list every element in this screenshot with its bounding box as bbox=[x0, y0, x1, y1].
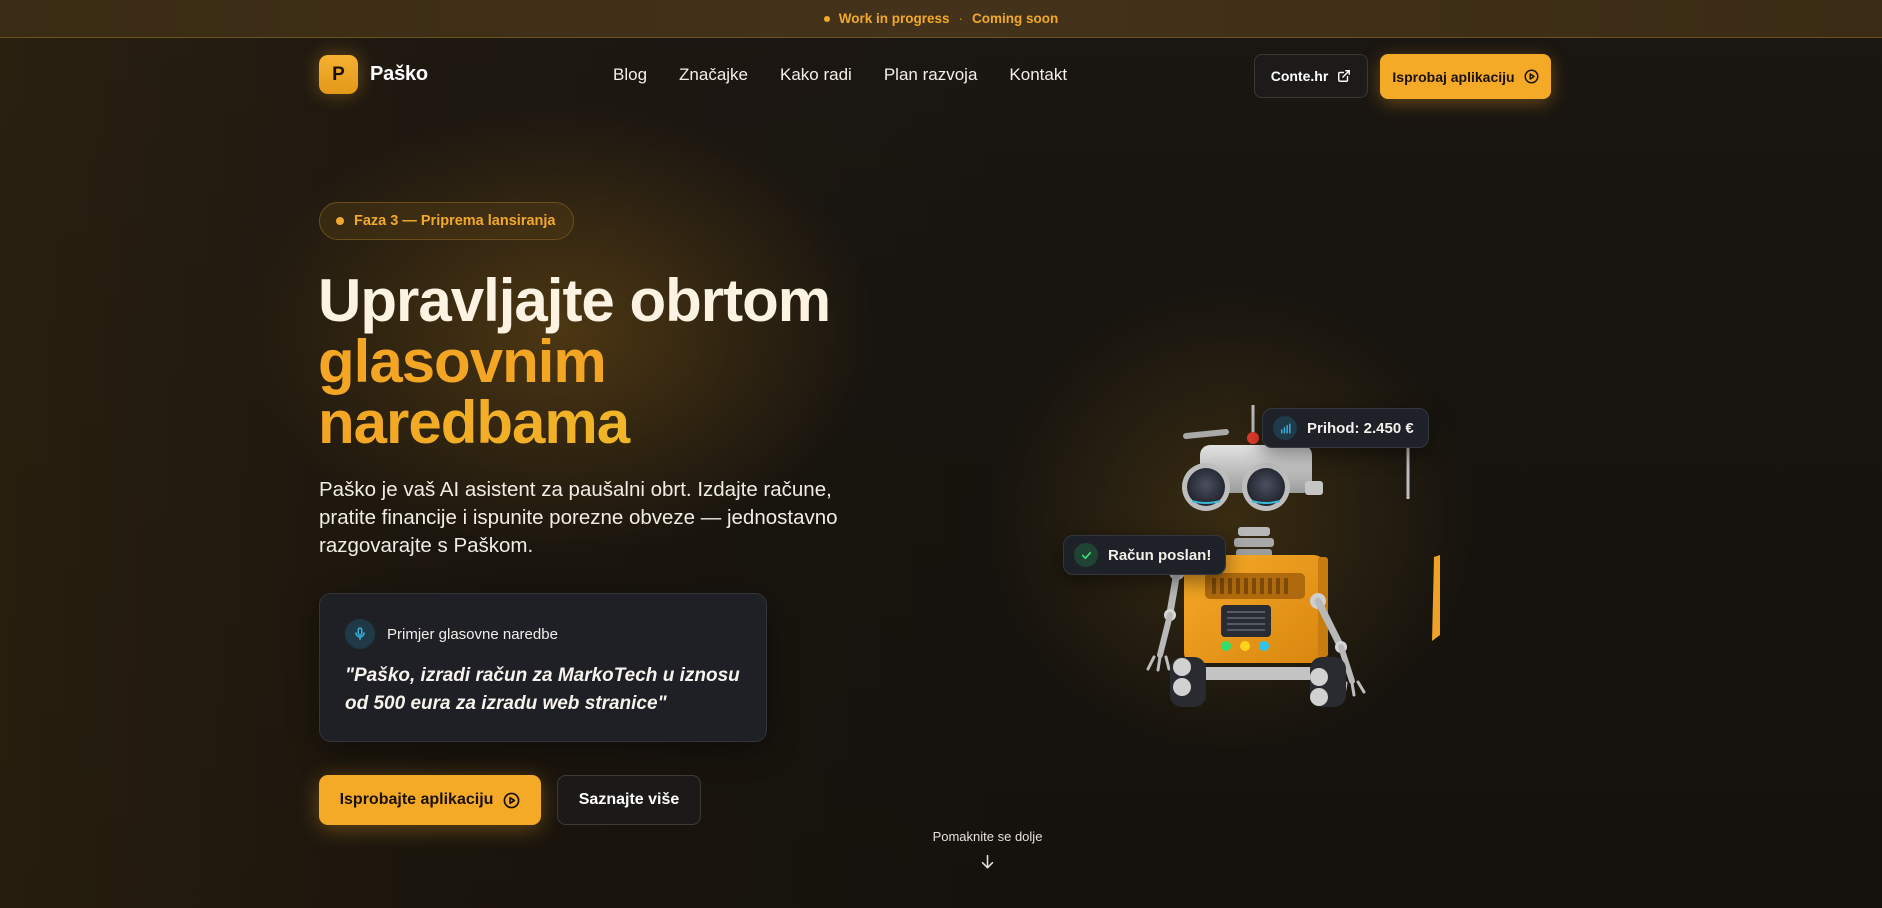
navbar: P Paško Blog Značajke Kako radi Plan raz… bbox=[0, 38, 1882, 114]
nav-item-blog[interactable]: Blog bbox=[613, 65, 647, 85]
play-circle-icon bbox=[503, 792, 520, 808]
try-app-button-nav[interactable]: Isprobaj aplikaciju bbox=[1380, 54, 1551, 99]
conte-link-label: Conte.hr bbox=[1270, 68, 1329, 84]
status-dot bbox=[823, 15, 830, 22]
learn-more-button[interactable]: Saznajte više bbox=[557, 775, 701, 825]
announcement-right: Coming soon bbox=[972, 11, 1059, 26]
logo-mark: P bbox=[319, 55, 358, 94]
announcement-bar: Work in progress · Coming soon bbox=[0, 0, 1882, 38]
play-circle-icon bbox=[1524, 69, 1539, 84]
voice-card-quote: "Paško, izradi račun za MarkoTech u izno… bbox=[345, 665, 740, 714]
bar-chart-icon bbox=[1273, 416, 1297, 440]
microphone-icon bbox=[345, 619, 375, 649]
income-badge: Prihod: 2.450 € bbox=[1262, 408, 1429, 448]
headline-line-3: naredbama bbox=[318, 392, 830, 453]
income-badge-text: Prihod: 2.450 € bbox=[1307, 419, 1414, 437]
nav-menu: Blog Značajke Kako radi Plan razvoja Kon… bbox=[613, 65, 1067, 85]
nav-item-roadmap[interactable]: Plan razvoja bbox=[884, 65, 978, 85]
hero-description: Paško je vaš AI asistent za paušalni obr… bbox=[319, 478, 838, 557]
check-icon bbox=[1074, 543, 1098, 567]
try-app-label: Isprobajte aplikaciju bbox=[339, 791, 494, 808]
headline-line-1: Upravljajte obrtom bbox=[318, 267, 831, 334]
announcement-left: Work in progress bbox=[838, 11, 950, 26]
headline-line-2: glasovnim bbox=[318, 328, 607, 395]
try-app-label-nav: Isprobaj aplikaciju bbox=[1392, 68, 1515, 85]
learn-more-label: Saznajte više bbox=[578, 791, 680, 808]
nav-item-contact[interactable]: Kontakt bbox=[1009, 65, 1067, 85]
voice-card-header: Primjer glasovne naredbe bbox=[345, 619, 558, 649]
brand-name: Paško bbox=[370, 63, 428, 85]
phase-dot bbox=[336, 217, 344, 225]
voice-card-title: Primjer glasovne naredbe bbox=[387, 625, 558, 643]
invoice-sent-badge: Račun poslan! bbox=[1063, 535, 1227, 575]
nav-item-features[interactable]: Značajke bbox=[679, 65, 748, 85]
brand-logo[interactable]: P Paško bbox=[319, 55, 428, 94]
scroll-hint[interactable]: Pomaknite se dolje bbox=[900, 829, 1075, 844]
phase-label: Faza 3 — Priprema lansiranja bbox=[354, 213, 556, 229]
hero-headline: Upravljajte obrtom glasovnim naredbama bbox=[318, 267, 831, 453]
phase-badge: Faza 3 — Priprema lansiranja bbox=[319, 202, 575, 240]
nav-item-how-it-works[interactable]: Kako radi bbox=[780, 65, 852, 85]
external-link-icon bbox=[1338, 70, 1351, 82]
invoice-sent-badge-text: Račun poslan! bbox=[1108, 546, 1212, 564]
voice-command-card: Primjer glasovne naredbe "Paško, izradi … bbox=[319, 593, 767, 742]
conte-link-button[interactable]: Conte.hr bbox=[1254, 54, 1368, 98]
announcement-separator: · bbox=[958, 11, 964, 26]
try-app-button[interactable]: Isprobajte aplikaciju bbox=[319, 775, 541, 825]
arrow-down-icon[interactable] bbox=[979, 852, 996, 872]
